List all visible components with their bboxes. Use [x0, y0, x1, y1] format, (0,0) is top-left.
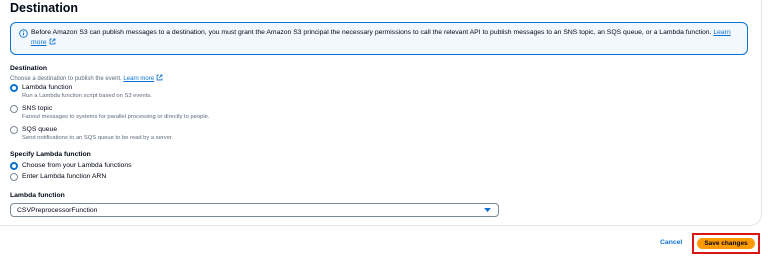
section-title: Destination: [10, 1, 79, 15]
lambda-function-value: CSVPreprocessorFunction: [17, 206, 98, 214]
lambda-function-select[interactable]: CSVPreprocessorFunction: [10, 203, 499, 217]
info-icon: [19, 29, 28, 38]
external-link-icon: [49, 38, 55, 45]
cancel-button[interactable]: Cancel: [660, 239, 682, 246]
alert-text: Before Amazon S3 can publish messages to…: [31, 29, 712, 36]
option-desc-lambda: Run a Lambda function script based on S3…: [22, 93, 152, 99]
alert-link-part1: Learn: [713, 29, 731, 36]
specify-lambda-label: Specify Lambda function: [10, 151, 91, 158]
alert-link-part2: more: [31, 39, 47, 46]
radio-choose-from-functions[interactable]: [10, 162, 18, 170]
save-button-highlight: Save changes: [692, 233, 760, 254]
alert-message: Before Amazon S3 can publish messages to…: [31, 28, 731, 48]
caret-down-icon: [484, 208, 491, 213]
lambda-function-label: Lambda function: [10, 192, 65, 199]
option-desc-sns: Fanout messages to systems for parallel …: [22, 114, 210, 120]
destination-description: Choose a destination to publish the even…: [10, 74, 163, 82]
option-label-sns: SNS topic: [22, 105, 53, 112]
destination-description-text: Choose a destination to publish the even…: [10, 76, 122, 82]
destination-label: Destination: [10, 65, 48, 72]
destination-panel: Destination Before Amazon S3 can publish…: [0, 0, 762, 226]
destination-learn-more-text: Learn more: [123, 76, 155, 82]
external-link-icon: [156, 74, 163, 81]
option-label-arn: Enter Lambda function ARN: [22, 173, 107, 180]
option-label-sqs: SQS queue: [22, 126, 58, 133]
destination-learn-more-link[interactable]: Learn more: [123, 74, 163, 82]
option-label-choose: Choose from your Lambda functions: [22, 162, 132, 169]
radio-sqs-queue[interactable]: [10, 126, 18, 134]
option-desc-sqs: Send notifications to an SQS queue to be…: [22, 135, 174, 141]
radio-lambda-function[interactable]: [10, 84, 18, 92]
option-label-lambda: Lambda function: [22, 84, 73, 91]
info-alert: Before Amazon S3 can publish messages to…: [10, 22, 748, 55]
radio-enter-arn[interactable]: [10, 173, 18, 181]
radio-sns-topic[interactable]: [10, 105, 18, 113]
save-changes-button[interactable]: Save changes: [697, 238, 755, 249]
